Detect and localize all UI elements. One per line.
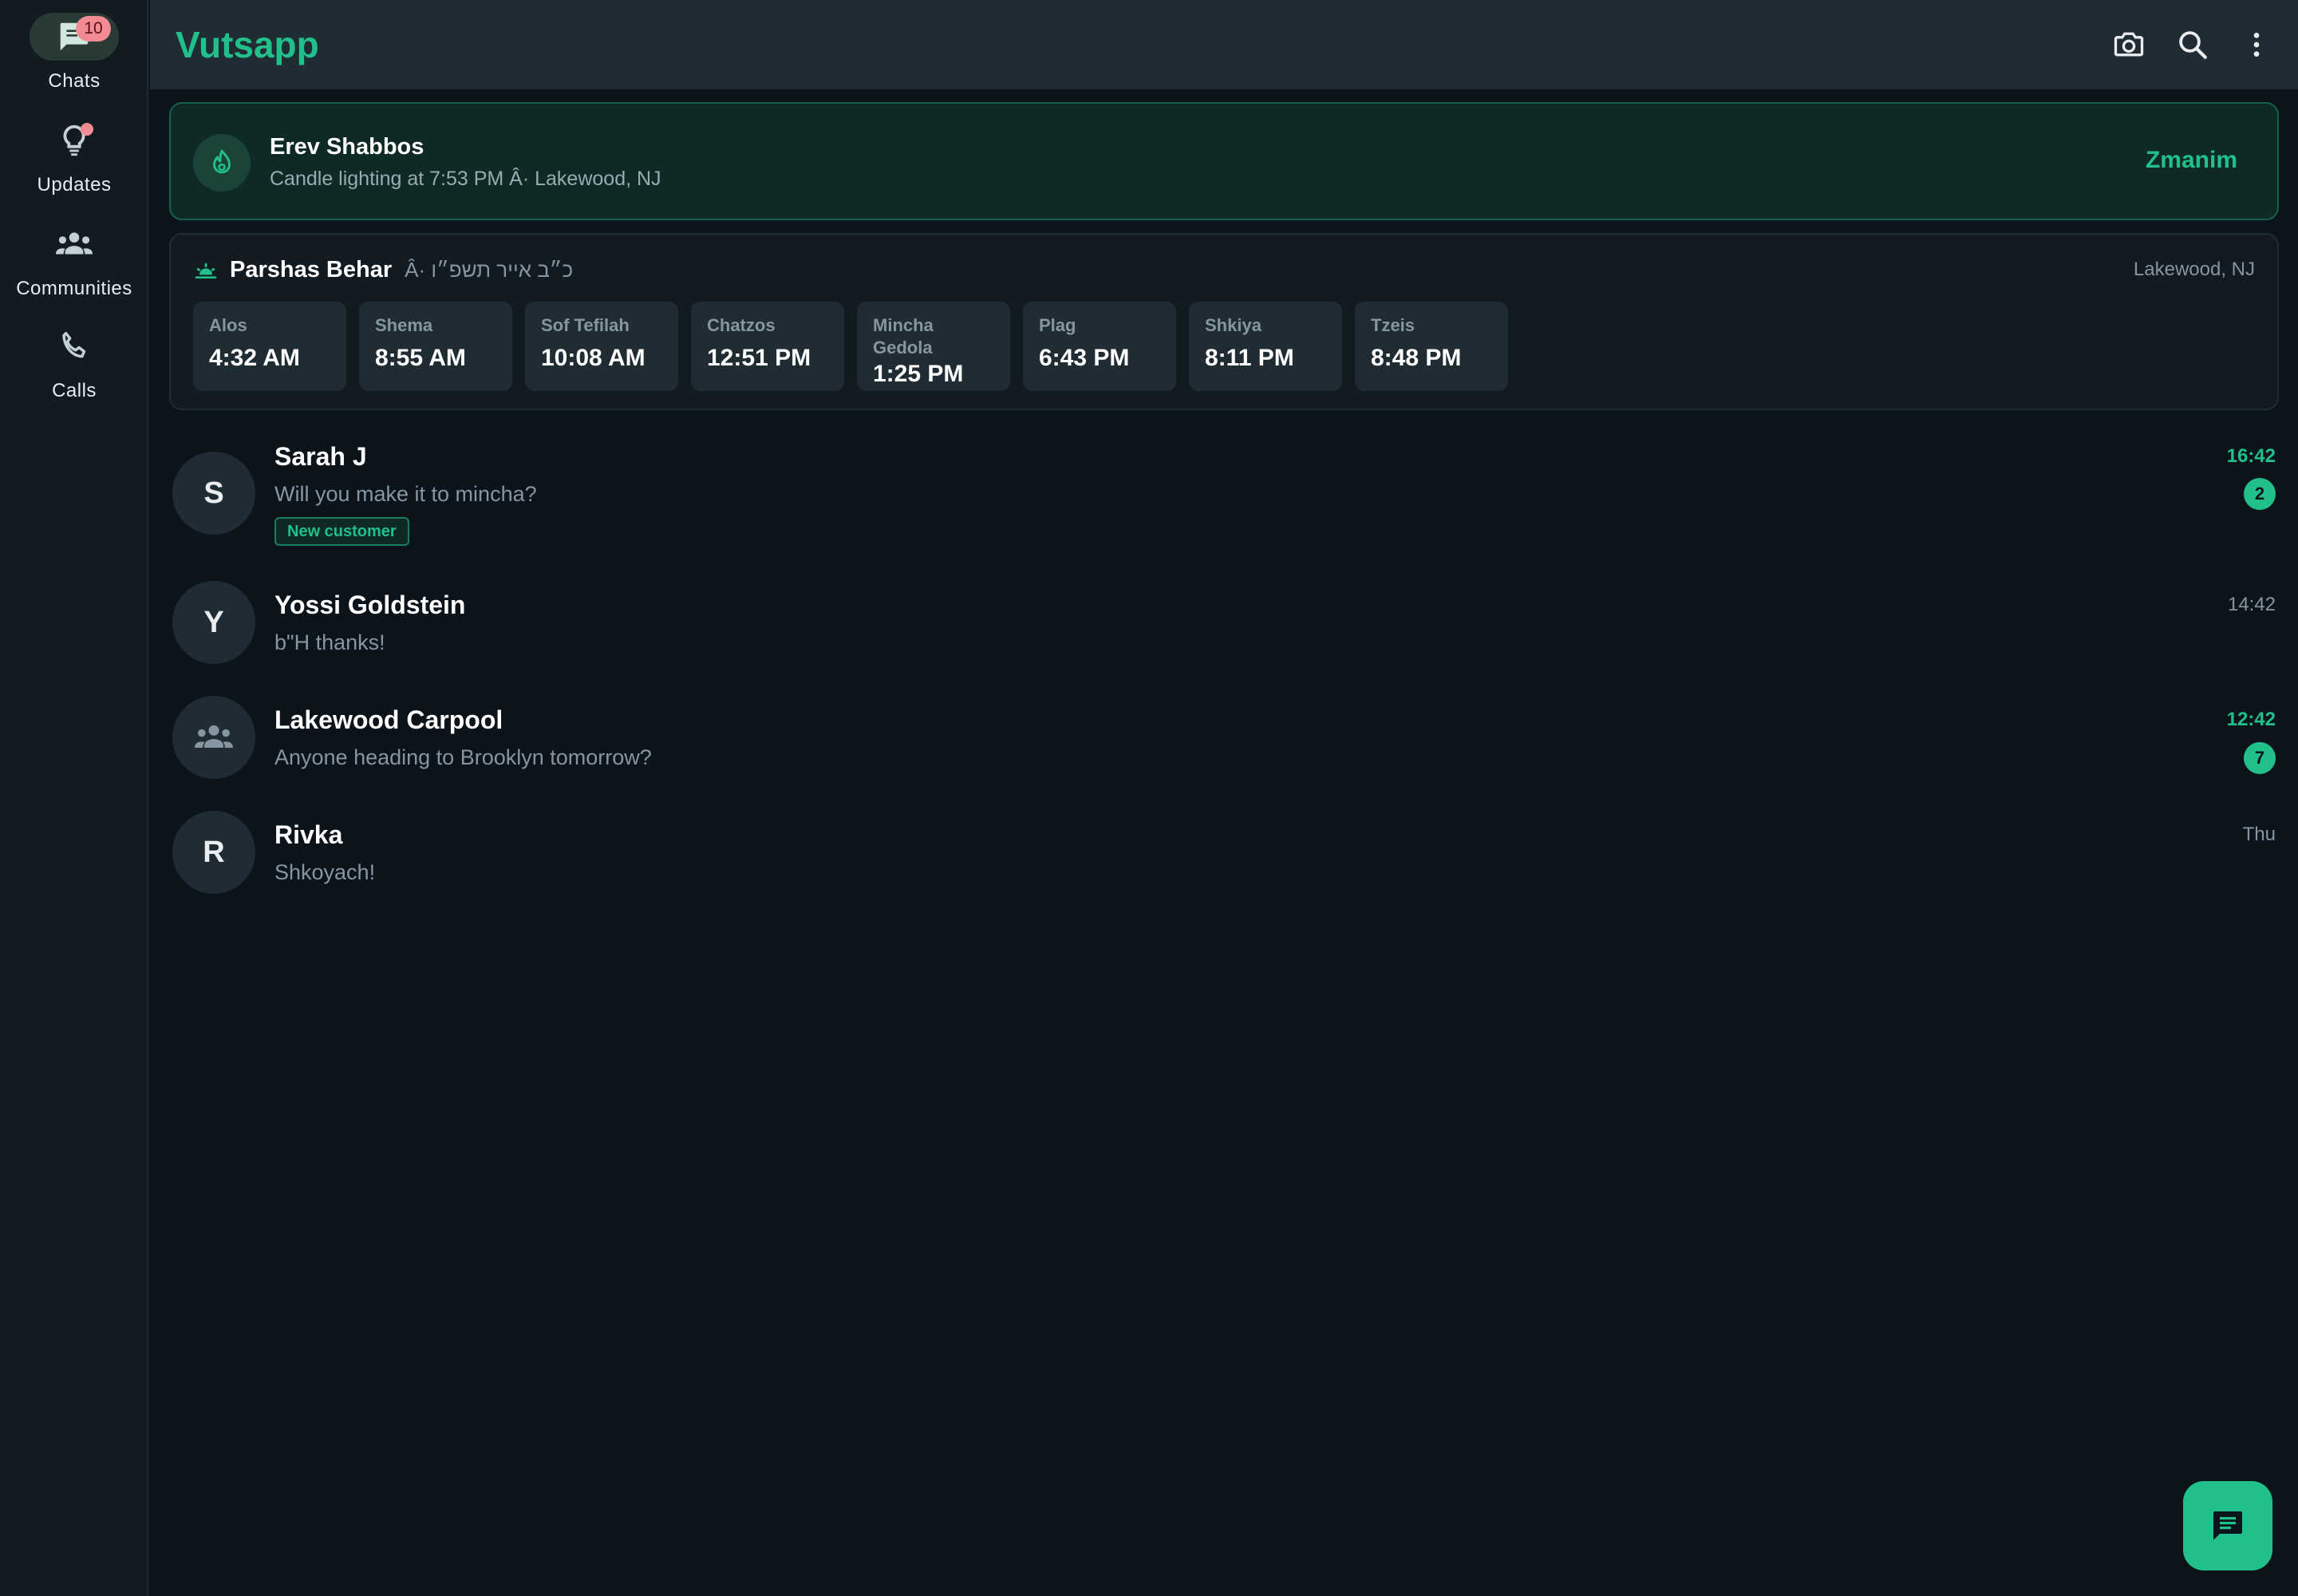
- more-options-button[interactable]: [2233, 21, 2280, 69]
- app-title: Vutsapp: [176, 24, 319, 65]
- zman-name: Shema: [375, 315, 433, 335]
- chat-time: Thu: [2242, 824, 2276, 845]
- candle-icon: [213, 149, 231, 174]
- zmanim-header: Parshas Behar Â· כ״ב אייר תשפ״ו: [193, 257, 573, 283]
- nav-rail: 10 Chats Updates Communities Calls: [0, 0, 148, 1596]
- chat-name: Rivka: [274, 820, 343, 849]
- group-icon: [195, 725, 233, 748]
- chat-last-message: Shkoyach!: [274, 860, 376, 884]
- phone-icon: [62, 331, 86, 358]
- zman-time: 6:43 PM: [1039, 345, 1130, 371]
- zman-time: 8:55 AM: [375, 345, 466, 371]
- zman-time: 1:25 PM: [873, 361, 964, 387]
- zman-time: 10:08 AM: [541, 345, 646, 371]
- zman-tile-shkiya[interactable]: Shkiya 8:11 PM: [1189, 302, 1342, 391]
- nav-item-chats[interactable]: 10 Chats: [0, 13, 148, 93]
- avatar: S: [172, 452, 255, 535]
- zman-tile-chatzos[interactable]: Chatzos 12:51 PM: [691, 302, 844, 391]
- chat-row-rivka[interactable]: R Rivka Shkoyach! Thu: [169, 806, 2279, 902]
- zman-time: 12:51 PM: [707, 345, 811, 371]
- chat-last-message: b"H thanks!: [274, 630, 385, 654]
- top-actions: [2089, 21, 2298, 69]
- hebrew-date: Â· כ״ב אייר תשפ״ו: [405, 258, 574, 282]
- zman-name: Shkiya: [1205, 315, 1262, 335]
- nav-updates-pill: [30, 117, 119, 164]
- new-chat-button[interactable]: [2183, 1481, 2272, 1570]
- chat-name: Lakewood Carpool: [274, 705, 503, 734]
- zman-name: Mincha Gedola: [873, 315, 934, 358]
- zman-name: Plag: [1039, 315, 1076, 335]
- banner-icon-circle: [193, 134, 251, 192]
- chat-time: 16:42: [2226, 445, 2276, 467]
- search-icon: [2179, 31, 2207, 59]
- chat-label-tag: New customer: [274, 517, 409, 546]
- zman-name: Tzeis: [1371, 315, 1416, 335]
- chat-row-lakewood-carpool[interactable]: Lakewood Carpool Anyone heading to Brook…: [169, 691, 2279, 787]
- more-vertical-icon: [2253, 33, 2260, 57]
- sunrise-icon: [195, 263, 217, 279]
- zman-name: Sof Tefilah: [541, 315, 630, 335]
- zman-name: Chatzos: [707, 315, 776, 335]
- unread-count-badge: 7: [2244, 742, 2276, 774]
- zman-name: Alos: [209, 315, 247, 335]
- chat-name: Sarah J: [274, 442, 367, 471]
- nav-item-communities[interactable]: Communities: [0, 220, 148, 300]
- chats-unread-badge: 10: [76, 16, 111, 41]
- communities-icon: [56, 232, 93, 255]
- chat-row-yossi-goldstein[interactable]: Y Yossi Goldstein b"H thanks! 14:42: [169, 576, 2279, 672]
- zman-time: 4:32 AM: [209, 345, 300, 371]
- nav-item-updates[interactable]: Updates: [0, 117, 148, 196]
- zmanim-location: Lakewood, NJ: [2133, 259, 2255, 280]
- nav-label-calls: Calls: [52, 380, 97, 401]
- chat-time: 12:42: [2226, 709, 2276, 730]
- nav-communities-pill: [30, 220, 119, 268]
- zmanim-card: Parshas Behar Â· כ״ב אייר תשפ״ו Lakewood…: [169, 233, 2279, 410]
- zman-tile-mincha-gedola[interactable]: Mincha Gedola 1:25 PM: [857, 302, 1010, 391]
- chat-last-message: Will you make it to mincha?: [274, 482, 537, 506]
- nav-label-chats: Chats: [48, 70, 101, 92]
- nav-label-updates: Updates: [37, 174, 112, 196]
- nav-chats-pill: 10: [30, 13, 119, 61]
- unread-count-badge: 2: [2244, 478, 2276, 510]
- updates-dot: [81, 123, 93, 136]
- nav-calls-pill: [30, 322, 119, 370]
- chat-last-message: Anyone heading to Brooklyn tomorrow?: [274, 745, 652, 769]
- banner-subtitle: Candle lighting at 7:53 PM Â· Lakewood, …: [270, 168, 661, 190]
- search-button[interactable]: [2169, 21, 2217, 69]
- zman-tile-sof-tefilah[interactable]: Sof Tefilah 10:08 AM: [525, 302, 678, 391]
- zman-tile-tzeis[interactable]: Tzeis 8:48 PM: [1355, 302, 1508, 391]
- nav-label-communities: Communities: [16, 278, 132, 299]
- banner-title: Erev Shabbos: [270, 134, 424, 160]
- camera-icon: [2114, 32, 2144, 57]
- zman-time: 8:48 PM: [1371, 345, 1462, 371]
- avatar: [172, 696, 255, 779]
- top-bar: Vutsapp: [150, 0, 2298, 89]
- avatar: R: [172, 811, 255, 894]
- chat-time: 14:42: [2227, 594, 2276, 615]
- avatar: Y: [172, 581, 255, 664]
- zman-tile-alos[interactable]: Alos 4:32 AM: [193, 302, 346, 391]
- zman-tile-plag[interactable]: Plag 6:43 PM: [1023, 302, 1176, 391]
- camera-button[interactable]: [2105, 21, 2153, 69]
- zmanim-times: Alos 4:32 AM Shema 8:55 AM Sof Tefilah 1…: [193, 302, 1521, 391]
- zman-tile-shema[interactable]: Shema 8:55 AM: [359, 302, 512, 391]
- chat-row-sarah-j[interactable]: S Sarah J Will you make it to mincha? Ne…: [169, 437, 2279, 557]
- shabbos-banner[interactable]: Erev Shabbos Candle lighting at 7:53 PM …: [169, 102, 2279, 220]
- zmanim-link[interactable]: Zmanim: [2146, 147, 2237, 174]
- chat-name: Yossi Goldstein: [274, 591, 466, 619]
- new-chat-icon: [2213, 1511, 2242, 1540]
- zman-time: 8:11 PM: [1205, 345, 1294, 371]
- parsha-name: Parshas Behar: [230, 257, 393, 282]
- nav-item-calls[interactable]: Calls: [0, 322, 148, 402]
